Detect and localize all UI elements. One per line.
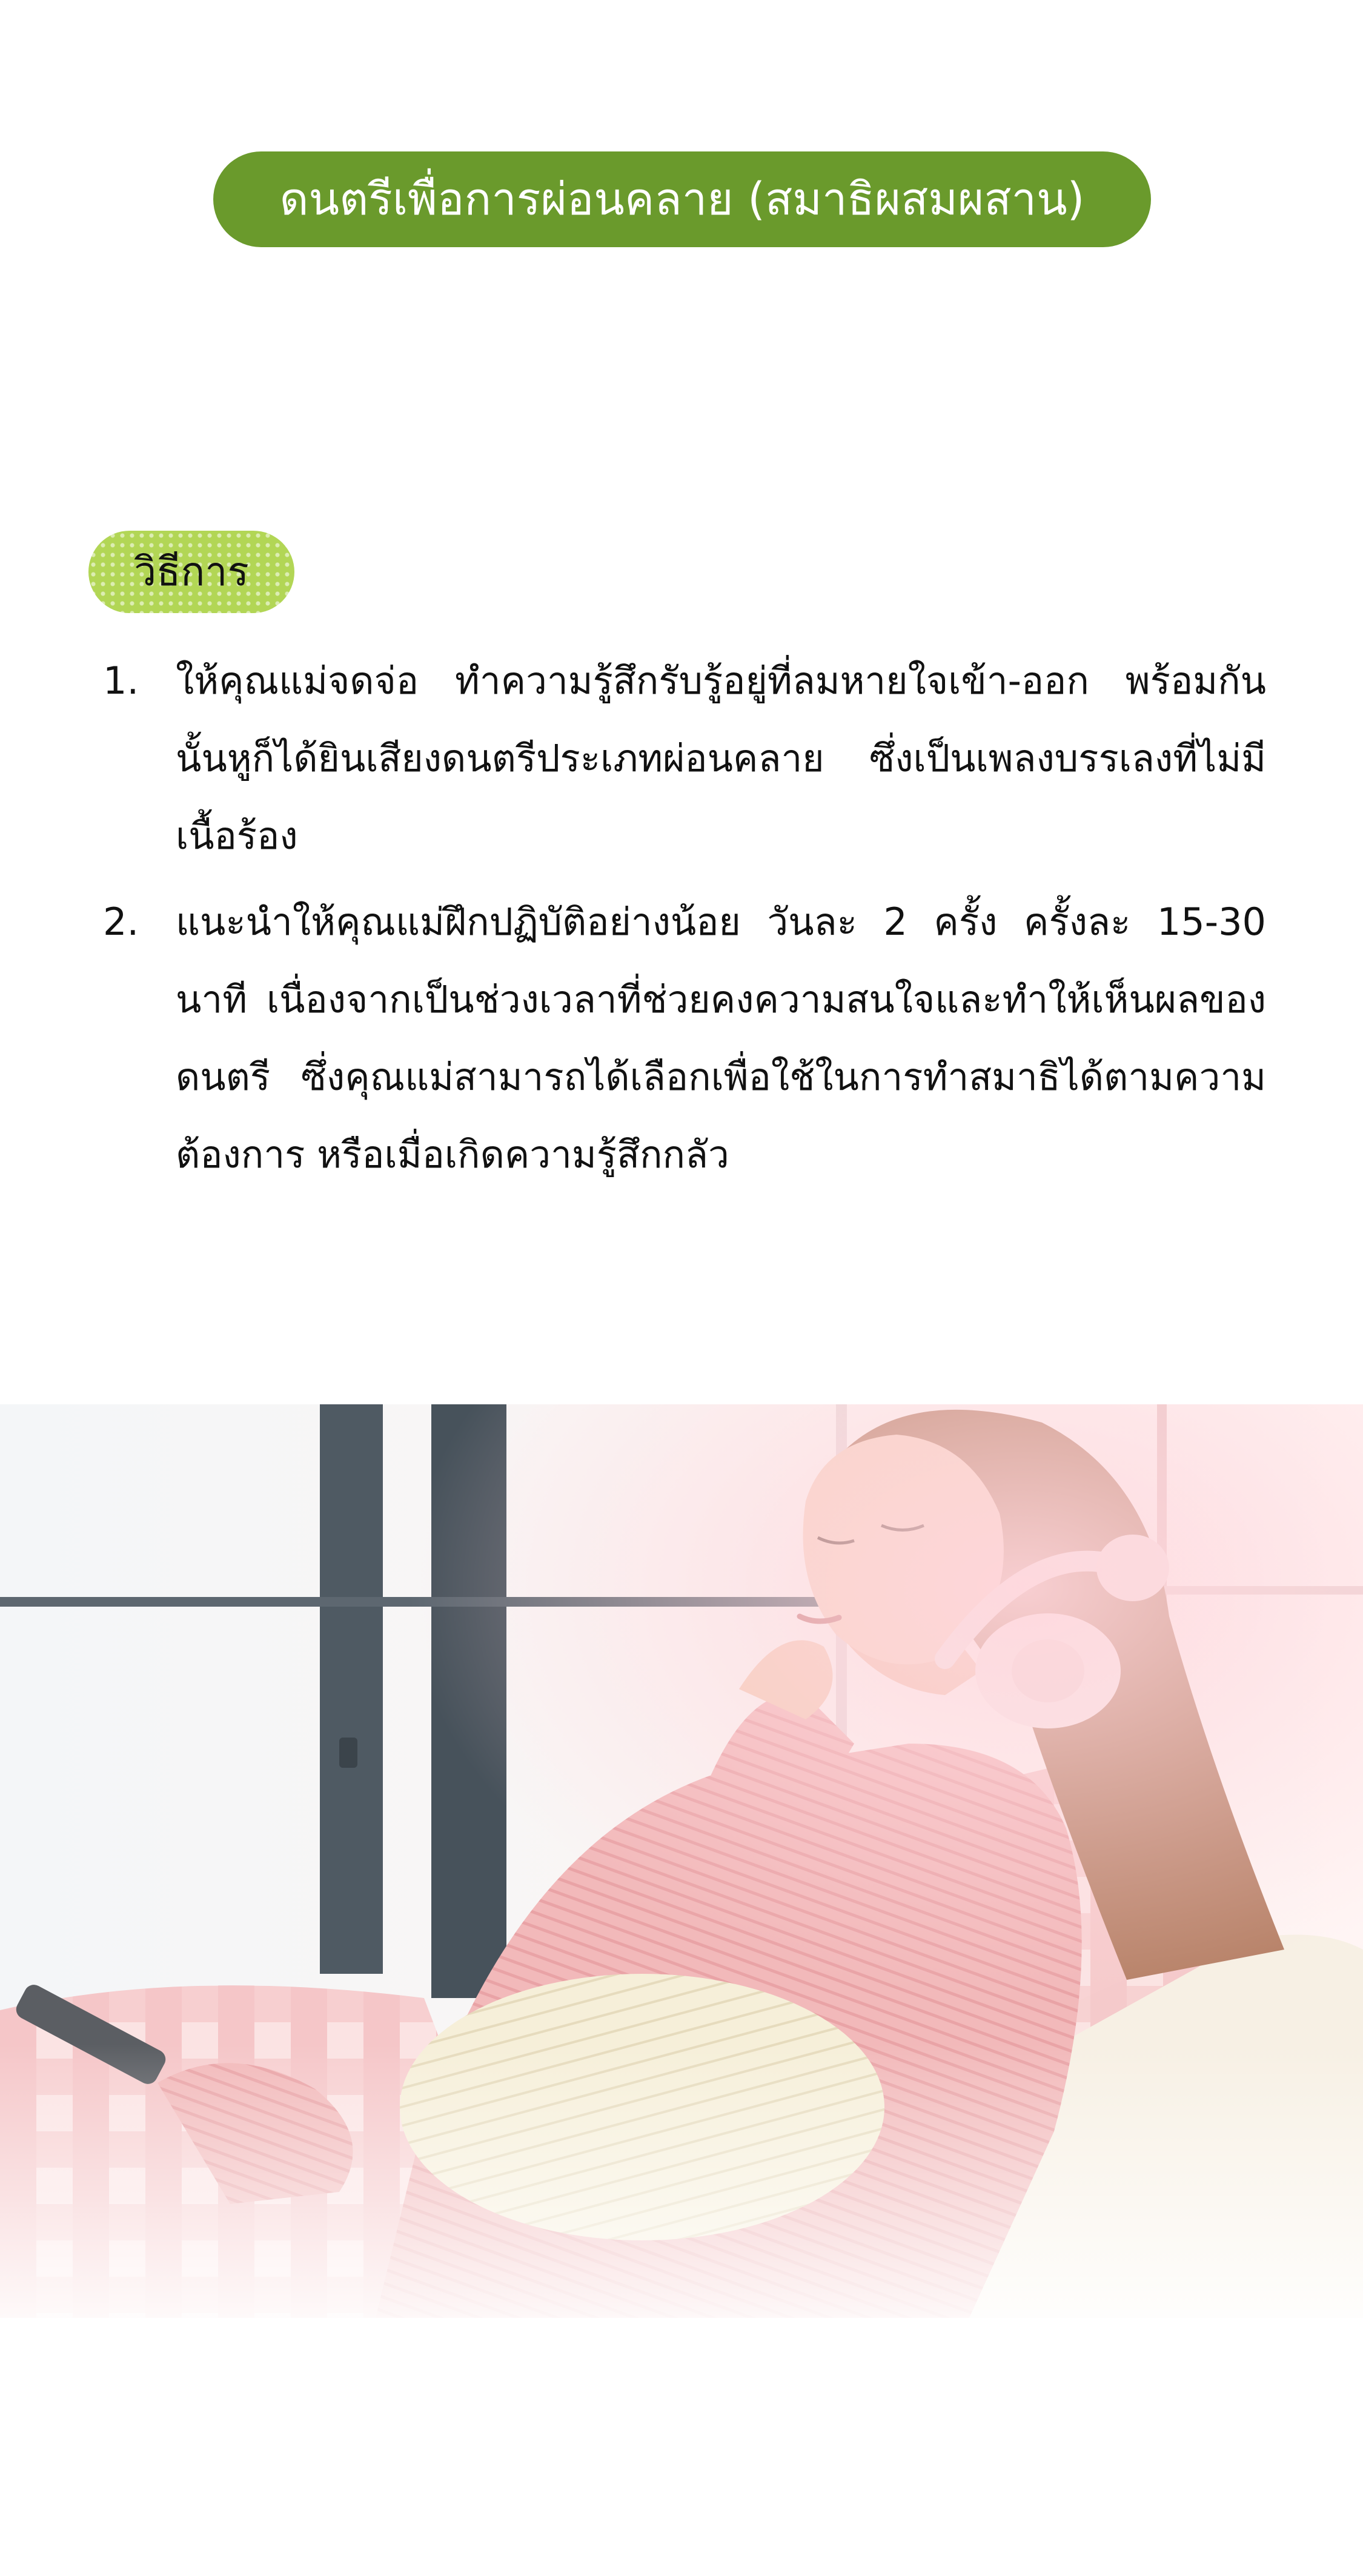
steps-list: 1. ให้คุณแม่จดจ่อ ทำความรู้สึกรับรู้อยู่… xyxy=(103,642,1266,1202)
step-number: 2. xyxy=(103,900,139,944)
method-label: วิธีการ xyxy=(134,548,249,595)
pregnant-woman-listening-music-photo xyxy=(0,1404,1363,2318)
page-title: ดนตรีเพื่อการผ่อนคลาย (สมาธิผสมผสาน) xyxy=(279,173,1085,225)
step-number: 1. xyxy=(103,659,139,703)
step-text: แนะนำให้คุณแม่ฝึกปฏิบัติอย่างน้อย วันละ … xyxy=(176,900,1266,1177)
list-item-step-2: 2. แนะนำให้คุณแม่ฝึกปฏิบัติอย่างน้อย วัน… xyxy=(103,883,1266,1193)
method-badge: วิธีการ xyxy=(88,531,294,613)
step-text: ให้คุณแม่จดจ่อ ทำความรู้สึกรับรู้อยู่ที่… xyxy=(176,659,1266,858)
list-item-step-1: 1. ให้คุณแม่จดจ่อ ทำความรู้สึกรับรู้อยู่… xyxy=(103,642,1266,875)
page-title-banner: ดนตรีเพื่อการผ่อนคลาย (สมาธิผสมผสาน) xyxy=(213,151,1151,247)
